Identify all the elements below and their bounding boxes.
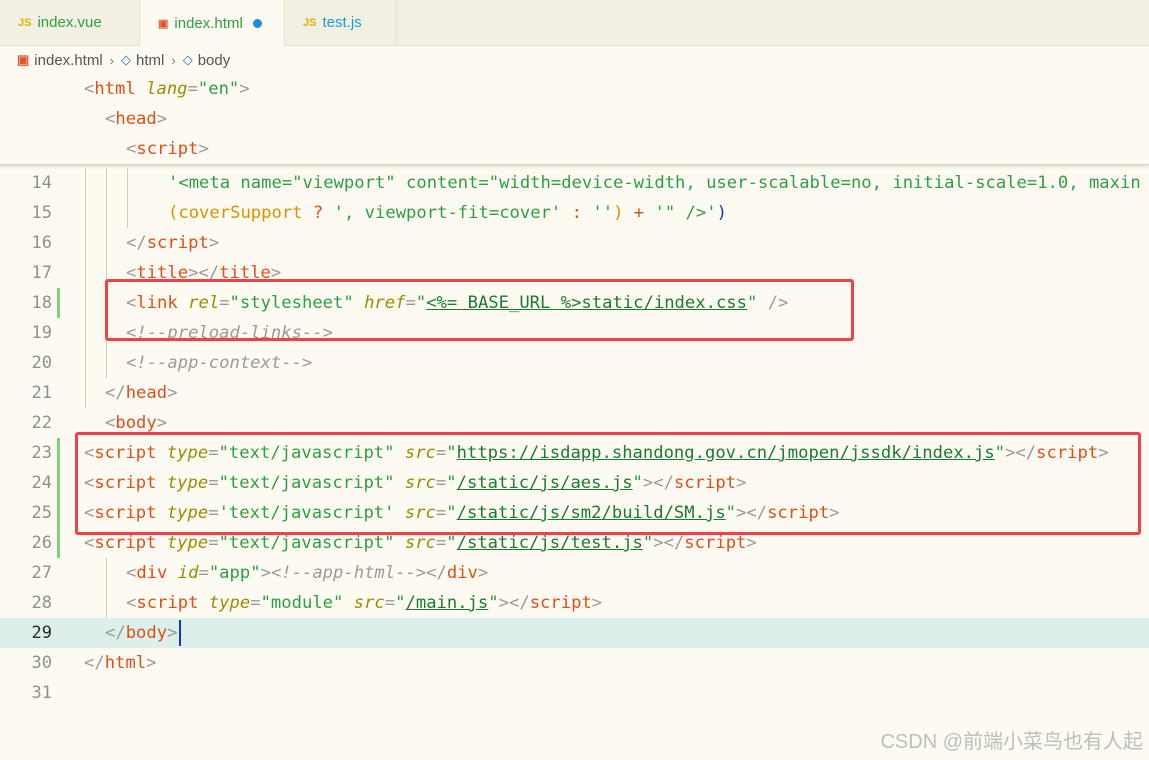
watermark: CSDN @前端小菜鸟也有人起 [880, 731, 1143, 753]
breadcrumb-item[interactable]: body [198, 52, 231, 69]
unsaved-dot-icon[interactable] [252, 18, 262, 28]
element-cube-icon: ◇ [182, 52, 193, 67]
code-line[interactable]: 30 </html> [0, 648, 1149, 678]
code-line[interactable]: 20 <!--app-context--> [0, 348, 1149, 378]
tab-bar: JS index.vue ▣ index.html JS test.js [0, 0, 1149, 46]
chevron-right-icon: › [171, 52, 176, 68]
js-file-icon: JS [303, 16, 317, 29]
code-line[interactable]: 21 </head> [0, 378, 1149, 408]
html5-file-icon: ▣ [17, 52, 30, 67]
breadcrumb-item[interactable]: index.html [34, 52, 102, 69]
sticky-line-html[interactable]: <html lang="en"> [84, 74, 250, 104]
sticky-line-head[interactable]: <head> [105, 104, 167, 134]
tab-label: index.vue [37, 14, 102, 31]
js-file-icon: JS [18, 16, 32, 29]
code-line[interactable]: 28 <script type="module" src="/main.js">… [0, 588, 1149, 618]
tab-test-js[interactable]: JS test.js [285, 0, 397, 45]
tab-label: test.js [322, 14, 362, 31]
tab-label: index.html [174, 14, 243, 32]
sticky-scroll-header: <html lang="en"> <head> <script> [0, 74, 1149, 165]
breadcrumb: ▣ index.html › ◇ html › ◇ body [0, 46, 1149, 74]
element-cube-icon: ◇ [121, 52, 132, 67]
tab-index-vue[interactable]: JS index.vue [0, 0, 140, 45]
code-line[interactable]: 14 '<meta name="viewport" content="width… [0, 168, 1149, 198]
code-line[interactable]: 27 <div id="app"><!--app-html--></div> [0, 558, 1149, 588]
code-line-current[interactable]: 29 </body> [0, 618, 1149, 648]
code-line[interactable]: 16 </script> [0, 228, 1149, 258]
html5-file-icon: ▣ [158, 17, 169, 30]
sticky-line-script[interactable]: <script> [126, 134, 209, 164]
code-line[interactable]: 31 [0, 678, 1149, 708]
highlight-box-link [105, 279, 854, 341]
breadcrumb-item[interactable]: html [136, 52, 164, 69]
text-cursor [179, 620, 181, 646]
tab-index-html[interactable]: ▣ index.html [140, 0, 285, 46]
chevron-right-icon: › [109, 52, 115, 68]
highlight-box-scripts [75, 432, 1141, 535]
code-line[interactable]: 15 (coverSupport ? ', viewport-fit=cover… [0, 198, 1149, 228]
